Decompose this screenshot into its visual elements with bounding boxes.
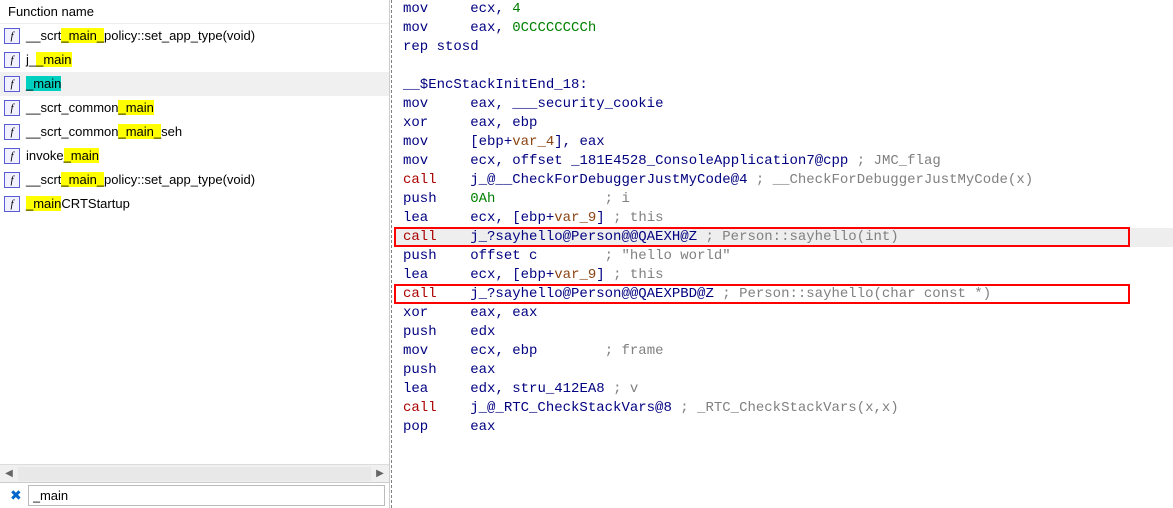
asm-line[interactable]: mov ecx, ebp ; frame (394, 342, 1173, 361)
function-item[interactable]: f __scrt_common_main_seh (0, 120, 389, 144)
function-list-header: Function name (0, 0, 389, 24)
asm-line[interactable]: pop eax (394, 418, 1173, 437)
function-label: _main (26, 74, 61, 94)
function-label: __scrt_main_policy::set_app_type(void) (26, 170, 255, 190)
asm-line[interactable]: lea edx, stru_412EA8 ; v (394, 380, 1173, 399)
function-icon: f (4, 52, 20, 68)
asm-line[interactable]: lea ecx, [ebp+var_9] ; this (394, 209, 1173, 228)
scroll-left-icon[interactable]: ◀ (0, 465, 18, 483)
search-input[interactable] (28, 485, 385, 506)
asm-line[interactable]: __$EncStackInitEnd_18: (394, 76, 1173, 95)
asm-line[interactable]: mov eax, 0CCCCCCCCh (394, 19, 1173, 38)
function-label: __scrt_main_policy::set_app_type(void) (26, 26, 255, 46)
function-item[interactable]: f __scrt_common_main (0, 96, 389, 120)
function-icon: f (4, 124, 20, 140)
function-icon: f (4, 28, 20, 44)
function-item[interactable]: f invoke_main (0, 144, 389, 168)
close-icon[interactable]: ✖ (4, 487, 28, 504)
asm-line[interactable]: call j_@_RTC_CheckStackVars@8 ; _RTC_Che… (394, 399, 1173, 418)
function-label: _mainCRTStartup (26, 194, 130, 214)
asm-line[interactable]: push eax (394, 361, 1173, 380)
asm-line[interactable]: push 0Ah ; i (394, 190, 1173, 209)
disassembly-view[interactable]: mov ecx, 4mov eax, 0CCCCCCCChrep stosd _… (390, 0, 1173, 508)
function-list[interactable]: f__scrt_main_policy::set_app_type(void)f… (0, 24, 389, 464)
asm-line[interactable]: mov [ebp+var_4], eax (394, 133, 1173, 152)
function-label: __scrt_common_main_seh (26, 122, 182, 142)
function-label: __scrt_common_main (26, 98, 154, 118)
asm-line[interactable]: call j_?sayhello@Person@@QAEXPBD@Z ; Per… (394, 285, 1173, 304)
asm-line[interactable]: mov ecx, 4 (394, 0, 1173, 19)
function-label: j__main (26, 50, 72, 70)
asm-line[interactable]: lea ecx, [ebp+var_9] ; this (394, 266, 1173, 285)
function-icon: f (4, 196, 20, 212)
asm-line[interactable] (394, 57, 1173, 76)
asm-line[interactable]: call j_@__CheckForDebuggerJustMyCode@4 ;… (394, 171, 1173, 190)
gutter-line (391, 0, 392, 508)
function-label: invoke_main (26, 146, 99, 166)
function-item[interactable]: f _main (0, 72, 389, 96)
asm-line[interactable]: mov eax, ___security_cookie (394, 95, 1173, 114)
asm-line[interactable]: push edx (394, 323, 1173, 342)
function-icon: f (4, 148, 20, 164)
function-item[interactable]: f j__main (0, 48, 389, 72)
scroll-right-icon[interactable]: ▶ (371, 465, 389, 483)
function-icon: f (4, 172, 20, 188)
function-item[interactable]: f _mainCRTStartup (0, 192, 389, 216)
asm-line[interactable]: mov ecx, offset _181E4528_ConsoleApplica… (394, 152, 1173, 171)
horizontal-scrollbar[interactable]: ◀ ▶ (0, 464, 389, 482)
asm-line[interactable]: rep stosd (394, 38, 1173, 57)
asm-line[interactable]: xor eax, eax (394, 304, 1173, 323)
function-icon: f (4, 76, 20, 92)
search-row: ✖ (0, 482, 389, 508)
scroll-track[interactable] (18, 467, 371, 481)
function-item[interactable]: f __scrt_main_policy::set_app_type(void) (0, 24, 389, 48)
asm-line[interactable]: call j_?sayhello@Person@@QAEXH@Z ; Perso… (394, 228, 1173, 247)
function-item[interactable]: f __scrt_main_policy::set_app_type(void) (0, 168, 389, 192)
function-icon: f (4, 100, 20, 116)
function-list-panel: Function name f__scrt_main_policy::set_a… (0, 0, 390, 508)
asm-line[interactable]: xor eax, ebp (394, 114, 1173, 133)
asm-line[interactable]: push offset c ; "hello world" (394, 247, 1173, 266)
